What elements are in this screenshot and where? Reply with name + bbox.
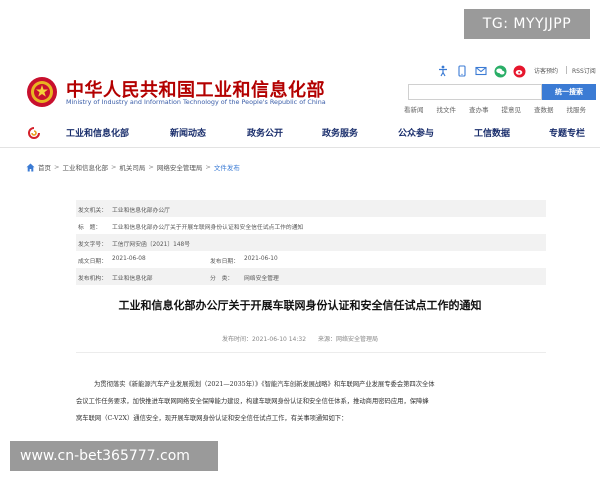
national-emblem-icon (27, 77, 57, 107)
tg-watermark: TG: MYYJJPP (464, 9, 590, 39)
meta-row-issuer: 发文机关： 工业和信息化部办公厅 (76, 200, 546, 217)
quick-link-news[interactable]: 看新闻 (404, 104, 424, 114)
nav-item-public-participation[interactable]: 公众参与 (398, 126, 434, 139)
breadcrumb: 首页 > 工业和信息化部 > 机关司局 > 网络安全管理局 > 文件发布 (26, 162, 240, 172)
quick-link-services[interactable]: 查办事 (469, 104, 489, 114)
meta-value: 工业和信息化部办公厅 (112, 208, 170, 214)
breadcrumb-separator: > (54, 163, 60, 171)
nav-item-data[interactable]: 工信数据 (474, 126, 510, 139)
util-separator (566, 66, 567, 74)
weibo-icon[interactable] (512, 64, 526, 78)
meta-row-doc-no: 发文字号： 工信厅网安函〔2021〕148号 (76, 234, 546, 251)
meta-row-dates: 成文日期： 2021-06-08 发布日期： 2021-06-10 (76, 251, 546, 268)
utility-icons (436, 64, 526, 78)
nav-item-ministry[interactable]: 工业和信息化部 (66, 126, 129, 139)
visitor-appointment-link[interactable]: 访客预约 (534, 66, 558, 75)
breadcrumb-separator: > (110, 163, 117, 171)
quick-link-feedback[interactable]: 提意见 (502, 104, 522, 114)
meta-value: 2021-06-08 (112, 256, 146, 262)
meta-value: 2021-06-10 (244, 256, 278, 262)
article-title: 工业和信息化部办公厅关于开展车联网身份认证和安全信任试点工作的通知 (118, 299, 482, 312)
meta-label: 标 题： (78, 225, 102, 231)
site-name-english: Ministry of Industry and Information Tec… (66, 98, 326, 106)
breadcrumb-current[interactable]: 文件发布 (214, 162, 240, 172)
breadcrumb-security-bureau[interactable]: 网络安全管理局 (157, 162, 203, 172)
url-watermark: www.cn-bet365777.com (10, 441, 218, 471)
quick-link-files[interactable]: 找文件 (437, 104, 457, 114)
document-meta-table: 发文机关： 工业和信息化部办公厅 标 题： 工业和信息化部办公厅关于开展车联网身… (76, 200, 546, 285)
breadcrumb-ministry[interactable]: 工业和信息化部 (62, 162, 108, 172)
article-body-line: 会议工作任务要求，加快推进车联网网络安全保障能力建设，构建车联网身份认证和安全信… (76, 398, 429, 405)
meta-label: 发布机构： (78, 276, 107, 282)
accessibility-icon[interactable] (436, 64, 450, 78)
nav-item-gov-affairs[interactable]: 政务公开 (247, 126, 283, 139)
mail-icon[interactable] (474, 64, 488, 78)
meta-value: 工信厅网安函〔2021〕148号 (112, 242, 190, 248)
meta-label: 发文字号： (78, 242, 107, 248)
mobile-icon[interactable] (455, 64, 469, 78)
meta-row-org: 发布机构： 工业和信息化部 分 类： 网络安全管理 (76, 268, 546, 285)
nav-item-special-topics[interactable]: 专题专栏 (549, 126, 585, 139)
swirl-logo-icon[interactable] (26, 126, 42, 140)
search-input[interactable] (408, 84, 542, 100)
quick-link-data[interactable]: 查数据 (534, 104, 554, 114)
wechat-icon[interactable] (493, 64, 507, 78)
search-button[interactable]: 统一搜索 (542, 84, 596, 100)
article-publish-info: 发布时间：2021-06-10 14:32 来源：网络安全管理局 (221, 336, 379, 343)
home-icon (26, 163, 35, 171)
meta-label: 分 类： (210, 276, 234, 282)
meta-row-subject: 标 题： 工业和信息化部办公厅关于开展车联网身份认证和安全信任试点工作的通知 (76, 217, 546, 234)
breadcrumb-separator: > (148, 163, 154, 171)
rss-link[interactable]: RSS订阅 (572, 66, 596, 75)
article-body-line: 为贯彻落实《新能源汽车产业发展规划（2021—2035年）》《智能汽车创新发展战… (94, 381, 435, 388)
meta-label: 发布日期： (210, 259, 239, 265)
nav-item-news[interactable]: 新闻动态 (170, 126, 206, 139)
main-nav: 工业和信息化部 新闻动态 政务公开 政务服务 公众参与 工信数据 专题专栏 (0, 118, 600, 148)
breadcrumb-home[interactable]: 首页 (38, 162, 51, 172)
article-body-line: 窝车联网（C-V2X）通信安全，现开展车联网身份认证和安全信任试点工作，有关事项… (76, 415, 348, 422)
meta-value: 网络安全管理 (244, 276, 279, 282)
meta-value: 工业和信息化部办公厅关于开展车联网身份认证和安全信任试点工作的通知 (112, 225, 304, 231)
quick-link-service-find[interactable]: 找服务 (567, 104, 587, 114)
article-divider (76, 352, 546, 353)
meta-label: 成文日期： (78, 259, 107, 265)
quick-links: 看新闻 找文件 查办事 提意见 查数据 找服务 (404, 104, 586, 114)
meta-value: 工业和信息化部 (112, 276, 153, 282)
nav-item-gov-services[interactable]: 政务服务 (322, 126, 358, 139)
meta-label: 发文机关： (78, 208, 107, 214)
breadcrumb-departments[interactable]: 机关司局 (119, 162, 145, 172)
breadcrumb-separator: > (205, 163, 211, 171)
